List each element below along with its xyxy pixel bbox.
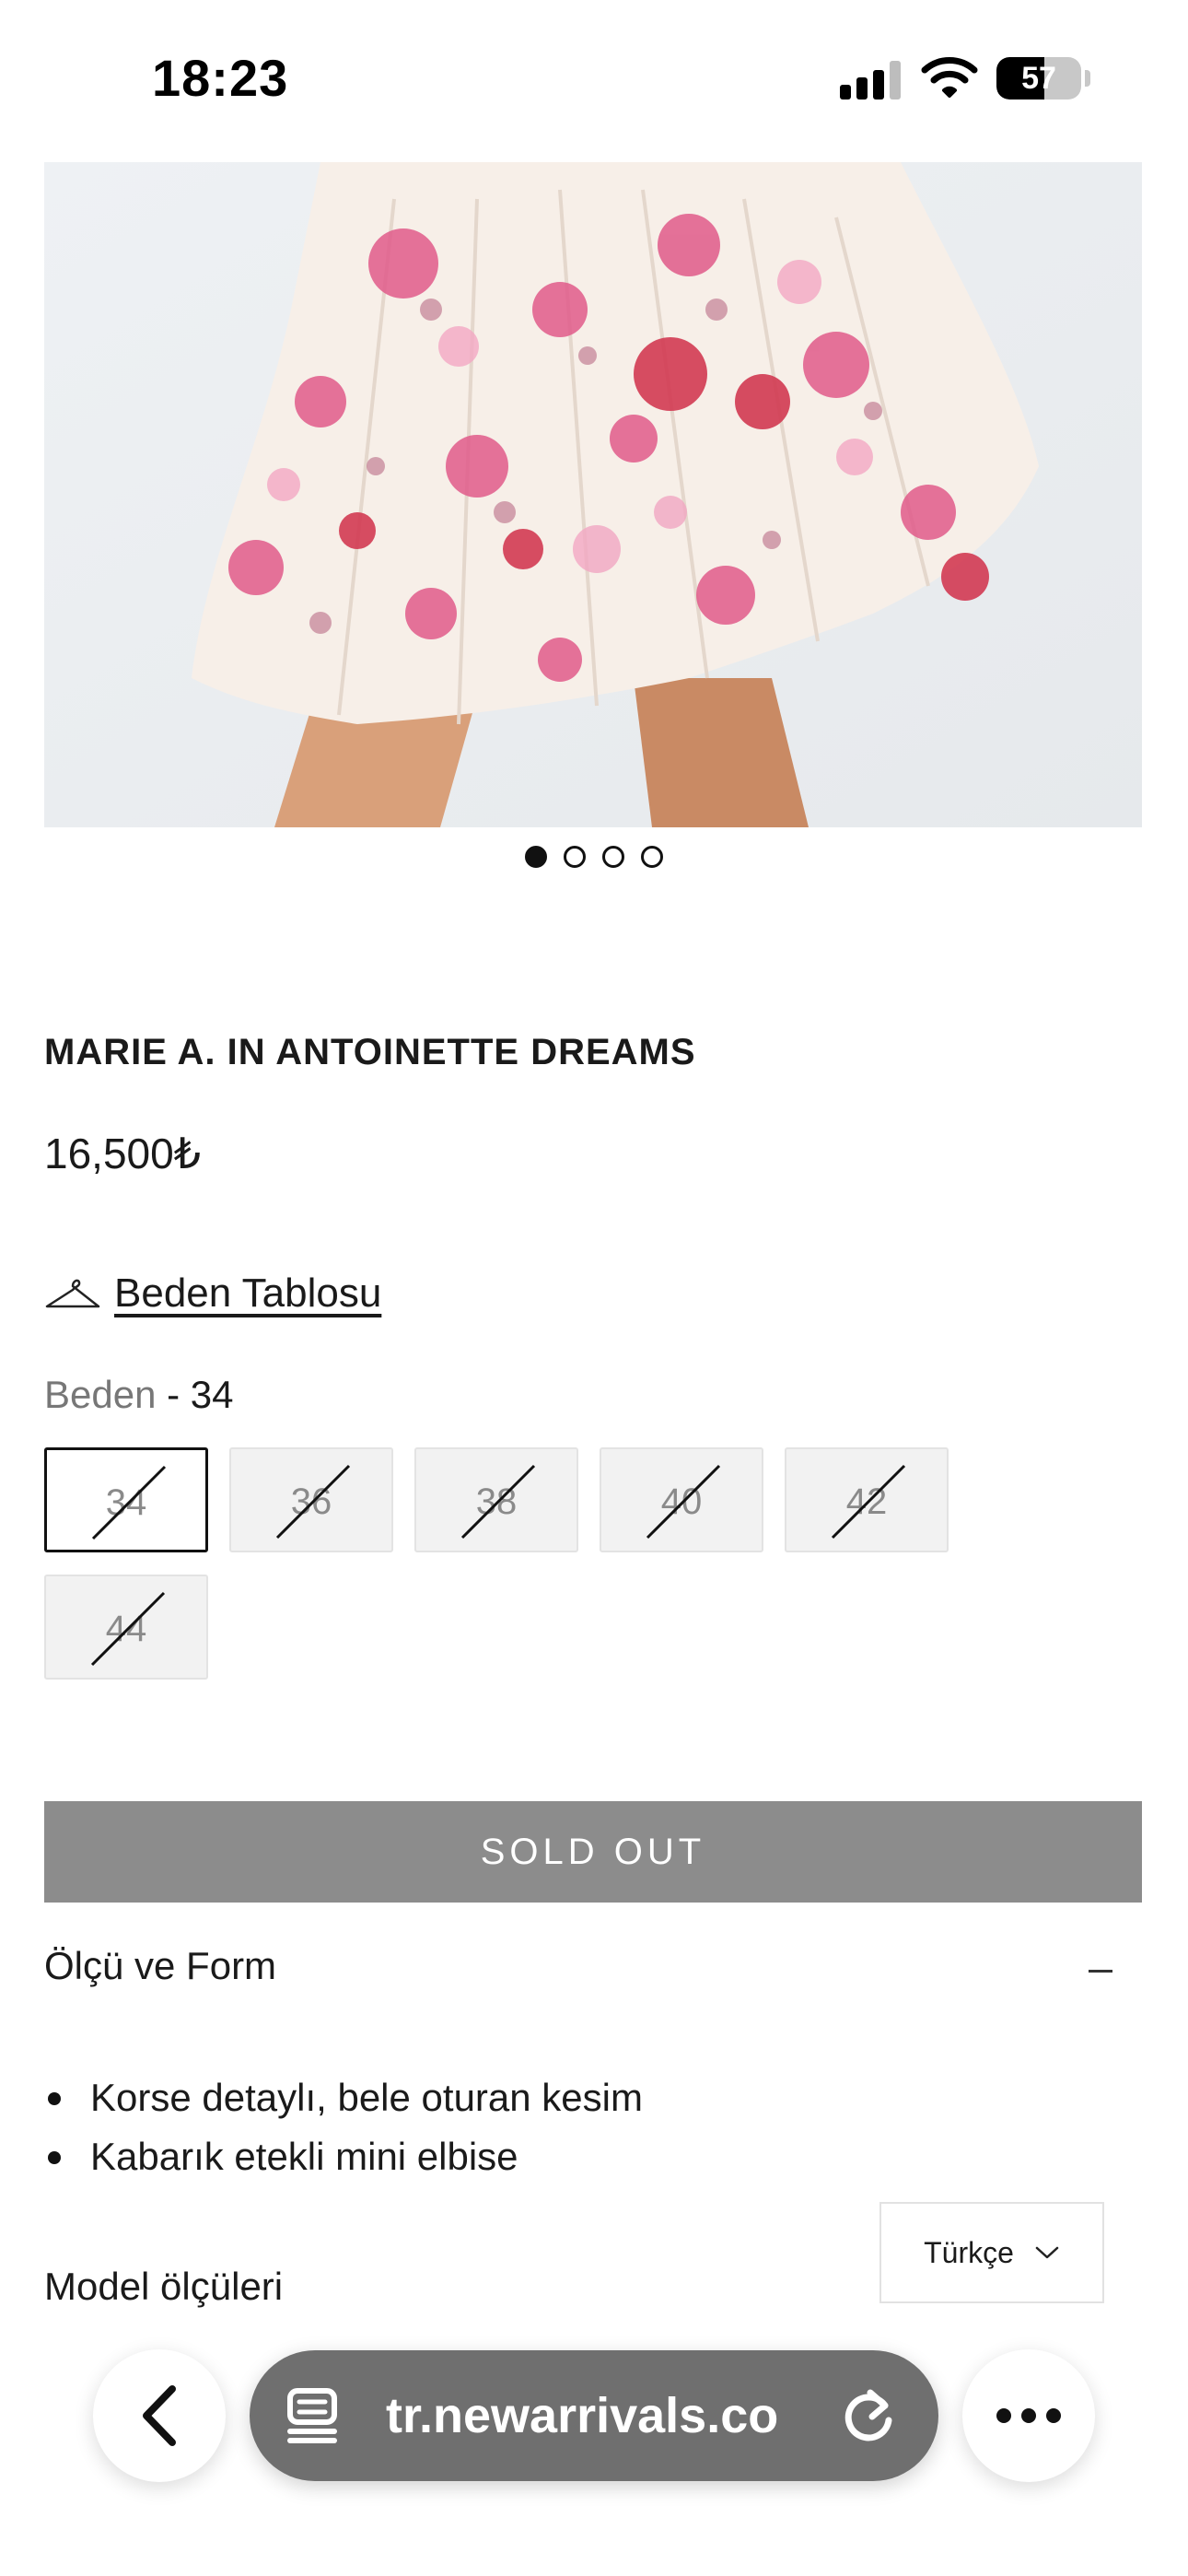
unavailable-strike-icon [91, 1465, 167, 1540]
reload-icon[interactable] [839, 2385, 898, 2446]
status-time: 18:23 [152, 49, 289, 107]
chevron-down-icon [1035, 2246, 1059, 2259]
status-bar: 18:23 57 [0, 0, 1188, 162]
language-label: Türkçe [924, 2235, 1014, 2269]
unavailable-strike-icon [460, 1464, 536, 1540]
signal-icon [840, 61, 903, 100]
url-text: tr.newarrivals.co [386, 2388, 779, 2443]
list-item: Korse detaylı, bele oturan kesim [44, 2068, 643, 2127]
accordion-title: Ölçü ve Form [44, 1944, 277, 1987]
back-button[interactable] [93, 2349, 226, 2482]
battery-level: 57 [1021, 61, 1056, 96]
size-option-34[interactable]: 34 [44, 1447, 208, 1552]
address-bar[interactable]: tr.newarrivals.co [250, 2350, 938, 2481]
unavailable-strike-icon [646, 1464, 721, 1540]
wifi-icon [921, 57, 978, 98]
size-option-38[interactable]: 38 [414, 1447, 578, 1552]
size-label-text: Beden [44, 1373, 157, 1416]
more-icon [996, 2408, 1061, 2423]
product-image[interactable] [44, 162, 1142, 827]
carousel-dot[interactable] [525, 846, 547, 868]
size-chart-label: Beden Tablosu [114, 1270, 382, 1316]
unavailable-strike-icon [831, 1464, 906, 1540]
language-selector[interactable]: Türkçe [879, 2202, 1104, 2303]
reader-icon[interactable] [285, 2387, 340, 2444]
back-chevron-icon [143, 2385, 176, 2446]
size-option-40[interactable]: 40 [600, 1447, 763, 1552]
carousel-dot[interactable] [641, 846, 663, 868]
hanger-icon [45, 1279, 100, 1308]
carousel-indicator[interactable] [0, 846, 1188, 883]
battery-icon: 57 [996, 57, 1081, 100]
size-label: Beden - 34 [44, 1373, 234, 1417]
product-title: MARIE A. IN ANTOINETTE DREAMS [44, 1032, 696, 1072]
feature-list: Korse detaylı, bele oturan kesim Kabarık… [44, 2068, 643, 2186]
sold-out-button[interactable]: SOLD OUT [44, 1801, 1142, 1903]
product-price: 16,500₺ [44, 1130, 201, 1177]
carousel-dot[interactable] [602, 846, 624, 868]
collapse-icon[interactable] [1089, 1970, 1112, 1973]
unavailable-strike-icon [275, 1464, 351, 1540]
selected-size: - 34 [156, 1373, 234, 1416]
floral-skirt-illustration [44, 162, 1142, 827]
carousel-dot[interactable] [564, 846, 586, 868]
unavailable-strike-icon [90, 1591, 166, 1667]
list-item: Kabarık etekli mini elbise [44, 2127, 643, 2186]
more-button[interactable] [962, 2349, 1095, 2482]
size-option-42[interactable]: 42 [785, 1447, 949, 1552]
size-fit-accordion[interactable]: Ölçü ve Form [44, 1935, 1112, 2008]
model-measurements: Model ölçüleri [44, 2265, 284, 2308]
size-chart-link[interactable]: Beden Tablosu [44, 1268, 381, 1319]
size-option-36[interactable]: 36 [229, 1447, 393, 1552]
size-option-44[interactable]: 44 [44, 1575, 208, 1680]
